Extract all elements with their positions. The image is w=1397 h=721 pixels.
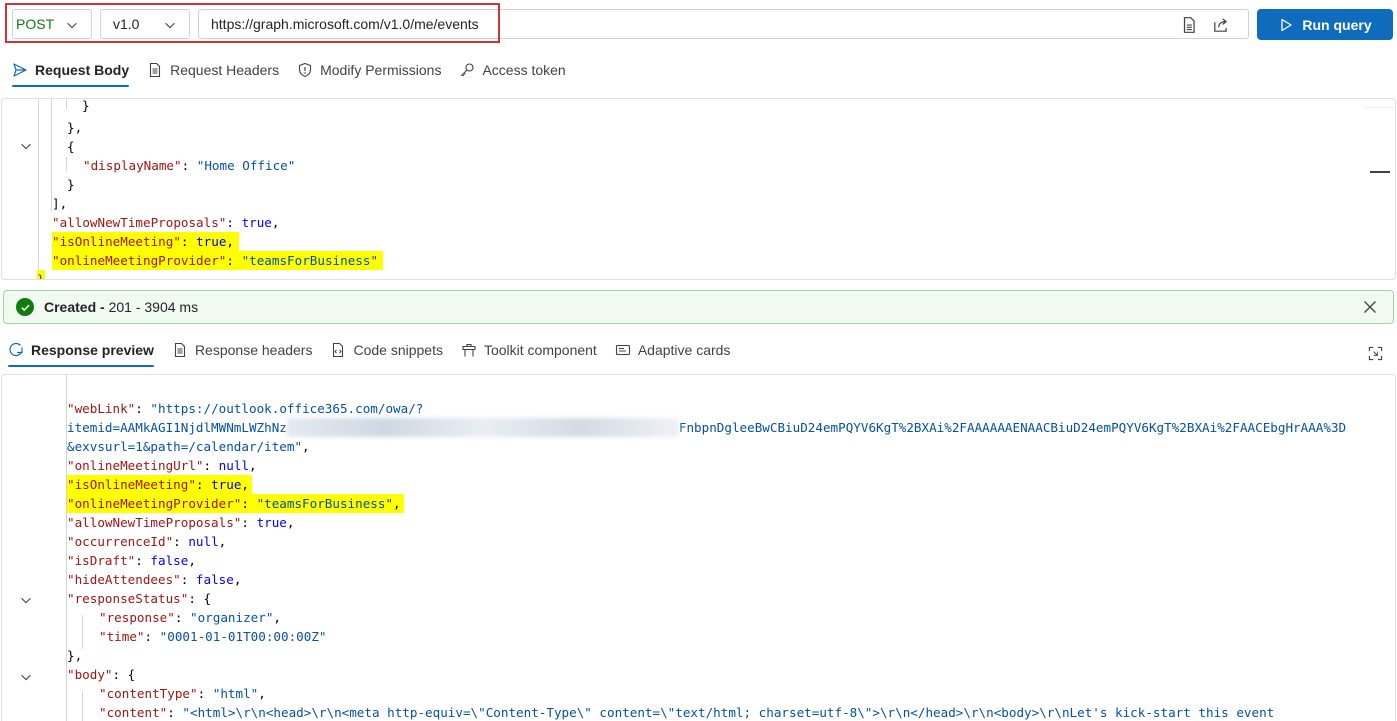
tab-response-headers[interactable]: Response headers — [172, 335, 313, 365]
code-line: "webLink": "https://outlook.office365.co… — [67, 401, 424, 416]
code-line: "content": "<html>\r\n<head>\r\n<meta ht… — [99, 705, 1275, 720]
tab-adaptive-cards[interactable]: Adaptive cards — [615, 335, 731, 365]
indent-guide — [82, 691, 83, 721]
code-line: } — [67, 177, 75, 192]
tab-access-token[interactable]: Access token — [459, 55, 566, 85]
chevron-down-icon[interactable] — [19, 670, 33, 684]
expand-icon[interactable] — [1368, 346, 1383, 361]
indent-guide — [82, 615, 83, 649]
tab-response-preview[interactable]: Response preview — [8, 335, 154, 367]
redacted-region — [286, 418, 679, 437]
query-bar: POST v1.0 https://graph.microsoft.com/v1… — [0, 0, 1397, 48]
highlighted-code-line: "isOnlineMeeting": true, — [67, 475, 253, 494]
tab-label: Code snippets — [353, 342, 443, 358]
tab-code-snippets[interactable]: Code snippets — [330, 335, 443, 365]
tab-request-headers[interactable]: Request Headers — [147, 55, 279, 85]
minimap-hint — [1364, 107, 1394, 108]
success-check-icon — [16, 298, 34, 316]
scrollbar-thumb[interactable] — [1370, 171, 1390, 173]
code-line: "displayName": "Home Office" — [83, 158, 296, 173]
tab-label: Request Body — [35, 62, 130, 78]
key-icon — [461, 63, 475, 77]
code-line: } — [82, 98, 90, 113]
code-line: "body": { — [67, 667, 136, 682]
tab-toolkit-component[interactable]: Toolkit component — [461, 335, 597, 365]
response-status-bar: Created - 201 - 3904 ms — [3, 290, 1394, 324]
code-line: ], — [52, 196, 68, 211]
code-icon — [333, 342, 344, 358]
code-line: } — [37, 270, 45, 279]
response-preview-editor[interactable]: "webLink": "https://outlook.office365.co… — [1, 374, 1396, 721]
request-body-editor[interactable]: } }, { "displayName": "Home Office" } ],… — [1, 98, 1396, 280]
highlighted-code-line: "onlineMeetingProvider": "teamsForBusine… — [52, 251, 384, 270]
code-line: "response": "organizer", — [99, 610, 281, 625]
code-line: "onlineMeetingUrl": null, — [67, 458, 257, 473]
tab-label: Access token — [482, 62, 566, 78]
indent-guide — [66, 157, 67, 171]
tab-label: Modify Permissions — [320, 62, 442, 78]
highlighted-code-line: "isOnlineMeeting": true, — [52, 232, 240, 251]
shield-icon — [299, 62, 312, 78]
request-tabs: Request Body Request Headers Modify Perm… — [12, 55, 584, 87]
code-line: itemid=AAMkAGI1NjdlMWNmLWZhNz FnbpnDgleeB… — [67, 418, 1347, 437]
tab-label: Request Headers — [170, 62, 280, 78]
document-icon — [174, 342, 185, 358]
indent-guide — [38, 99, 39, 279]
code-line: { — [67, 139, 75, 154]
share-icon[interactable] — [1212, 16, 1230, 34]
highlighted-code-line: "onlineMeetingProvider": "teamsForBusine… — [67, 494, 404, 513]
code-line: "time": "0001-01-01T00:00:00Z" — [99, 629, 327, 644]
tab-label: Toolkit component — [483, 342, 597, 358]
code-line: "isDraft": false, — [67, 553, 196, 568]
chevron-down-icon[interactable] — [19, 593, 33, 607]
code-line: "contentType": "html", — [99, 686, 266, 701]
run-query-label: Run query — [1302, 16, 1372, 33]
highlight-annotation — [5, 3, 500, 43]
tab-label: Response headers — [194, 342, 313, 358]
code-line: "hideAttendees": false, — [67, 572, 242, 587]
run-query-button[interactable]: Run query — [1257, 9, 1393, 40]
toolkit-icon — [462, 343, 476, 357]
document-icon — [150, 62, 161, 78]
code-line: "allowNewTimeProposals": true, — [67, 515, 295, 530]
code-line: }, — [67, 648, 83, 663]
card-icon — [615, 344, 630, 356]
response-icon — [9, 342, 23, 357]
close-icon[interactable] — [1363, 300, 1377, 314]
chevron-down-icon[interactable] — [19, 139, 33, 153]
play-icon — [1281, 18, 1293, 31]
response-tabs: Response preview Response headers Code s… — [8, 335, 748, 367]
tab-label: Adaptive cards — [637, 342, 731, 358]
code-line: "responseStatus": { — [67, 591, 212, 606]
status-message: Created - 201 - 3904 ms — [44, 299, 199, 315]
tab-modify-permissions[interactable]: Modify Permissions — [297, 55, 441, 85]
code-line: }, — [67, 120, 83, 135]
tab-request-body[interactable]: Request Body — [12, 55, 130, 87]
tab-label: Response preview — [31, 342, 154, 358]
code-line: "allowNewTimeProposals": true, — [52, 215, 280, 230]
code-line: "occurrenceId": null, — [67, 534, 227, 549]
send-icon — [13, 63, 27, 77]
document-icon[interactable] — [1180, 16, 1198, 34]
code-line: &exvsurl=1&path=/calendar/item", — [67, 439, 310, 454]
indent-guide — [66, 99, 67, 109]
